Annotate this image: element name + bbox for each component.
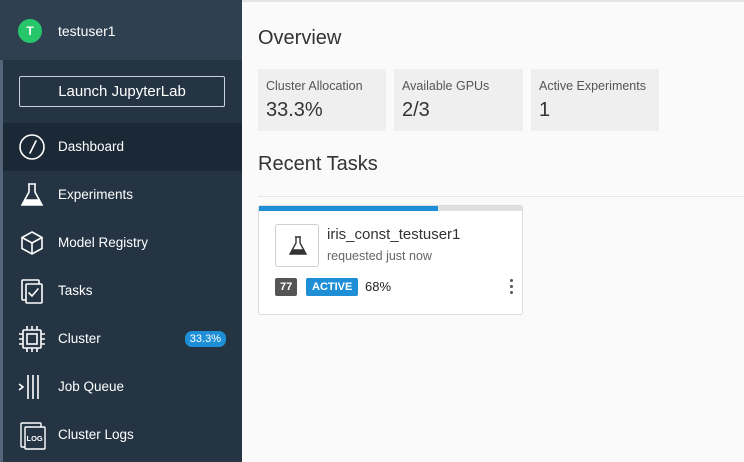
divider [258,196,744,197]
task-requested-time: requested just now [327,249,432,263]
launch-jupyterlab-button[interactable]: Launch JupyterLab [19,76,225,107]
stat-value: 33.3% [266,99,323,121]
task-progress-label: 68% [365,279,392,294]
sidebar-item-job-queue[interactable]: Job Queue [3,363,242,411]
cube-icon [17,228,47,258]
sidebar-item-label: Job Queue [58,379,125,394]
stat-card-active-experiments: Active Experiments 1 [531,69,659,131]
page-title: Overview [258,27,342,49]
stat-label: Active Experiments [539,79,646,93]
flask-icon [288,236,308,255]
sidebar-item-label: Cluster Logs [58,427,134,442]
section-title: Recent Tasks [258,153,378,175]
user-menu[interactable]: T testuser1 [0,0,242,60]
stat-card-cluster-allocation: Cluster Allocation 33.3% [258,69,386,131]
cluster-usage-badge: 33.3% [184,331,226,347]
queue-icon [17,372,47,402]
sidebar-item-label: Cluster [58,331,101,346]
task-type-icon [275,224,319,267]
task-progress-bar [259,206,522,211]
sidebar-item-dashboard[interactable]: Dashboard [3,123,242,171]
main-content: Overview Cluster Allocation 33.3% Availa… [242,0,744,462]
gauge-icon [17,132,47,162]
task-card[interactable]: iris_const_testuser1 requested just now … [258,205,523,315]
avatar[interactable]: T [18,19,42,43]
sidebar-item-label: Dashboard [58,139,125,154]
stat-value: 1 [539,99,551,121]
chip-icon [17,324,47,354]
stat-value: 2/3 [402,99,430,121]
sidebar-item-label: Model Registry [58,235,149,250]
tasks-icon [17,276,47,306]
sidebar-item-label: Tasks [58,283,93,298]
sidebar-item-model-registry[interactable]: Model Registry [3,219,242,267]
sidebar-item-cluster[interactable]: Cluster 33.3% [3,315,242,363]
status-badge: ACTIVE [306,278,359,296]
more-options-icon[interactable] [507,279,515,297]
task-progress-fill [259,206,438,211]
sidebar-item-label: Experiments [58,187,134,202]
username[interactable]: testuser1 [58,23,116,39]
sidebar-item-tasks[interactable]: Tasks [3,267,242,315]
log-icon: LOG [17,420,47,450]
sidebar: T testuser1 Launch JupyterLab Dashboard … [0,0,242,462]
task-id-badge: 77 [275,278,298,296]
flask-icon [17,180,47,210]
task-name[interactable]: iris_const_testuser1 [327,226,460,243]
stat-label: Available GPUs [402,79,490,93]
stat-label: Cluster Allocation [266,79,363,93]
sidebar-item-cluster-logs[interactable]: LOG Cluster Logs [3,411,242,459]
stat-card-available-gpus: Available GPUs 2/3 [394,69,523,131]
sidebar-item-experiments[interactable]: Experiments [3,171,242,219]
svg-text:LOG: LOG [27,434,43,443]
